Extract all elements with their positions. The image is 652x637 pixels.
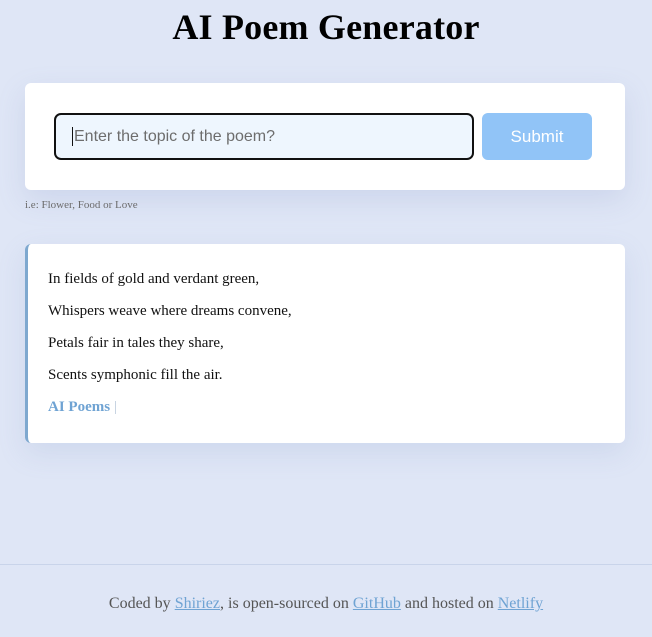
poem-output: In fields of gold and verdant green, Whi…	[25, 244, 625, 443]
footer-text: Coded by	[108, 595, 175, 612]
poem-line: Petals fair in tales they share,	[48, 335, 224, 351]
text-caret	[72, 127, 73, 146]
poem-line: In fields of gold and verdant green,	[48, 271, 260, 287]
author-link[interactable]: Shiriez	[175, 595, 220, 612]
input-hint: i.e: Flower, Food or Love	[25, 199, 138, 211]
typewriter-cursor: |	[114, 399, 118, 415]
footer-divider	[0, 564, 652, 565]
github-link[interactable]: GitHub	[353, 595, 401, 612]
submit-button[interactable]: Submit	[482, 113, 592, 160]
footer: Coded by Shiriez, is open-sourced on Git…	[0, 595, 652, 613]
footer-text: , is open-sourced on	[220, 595, 353, 612]
netlify-link[interactable]: Netlify	[498, 595, 543, 612]
poem-line: Scents symphonic fill the air.	[48, 367, 223, 383]
signature-label: AI Poems	[48, 399, 111, 415]
page-title: AI Poem Generator	[172, 7, 480, 47]
footer-text: and hosted on	[400, 595, 498, 612]
poem-signature: AI Poems |	[48, 397, 625, 417]
poem-line: Whispers weave where dreams convene,	[48, 303, 292, 319]
poem-form: Submit	[25, 83, 625, 190]
topic-input[interactable]	[54, 113, 474, 160]
